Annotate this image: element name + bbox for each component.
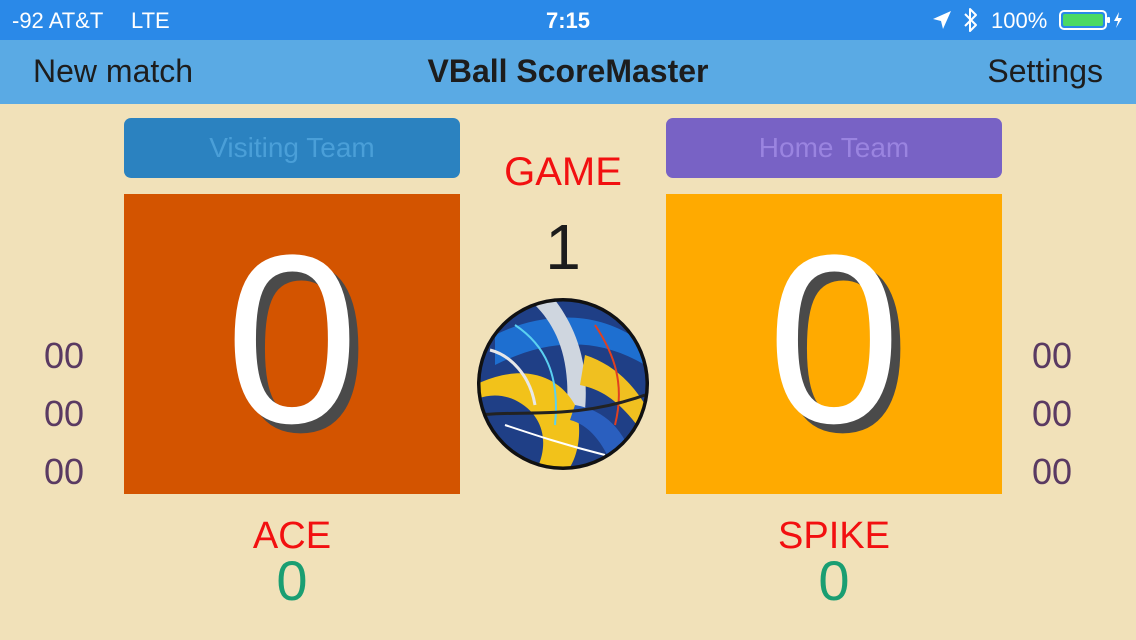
visiting-score-panel[interactable]: 0 bbox=[124, 194, 460, 494]
game-label: GAME bbox=[504, 150, 622, 194]
bluetooth-icon bbox=[964, 8, 977, 32]
game-number: 1 bbox=[545, 211, 581, 283]
nav-bar: New match VBall ScoreMaster Settings bbox=[0, 40, 1136, 104]
home-score: 0 bbox=[767, 205, 901, 473]
home-set-1-score: 00 bbox=[1032, 335, 1073, 376]
home-score-panel[interactable]: 0 bbox=[666, 194, 1002, 494]
home-team-button[interactable]: Home Team bbox=[666, 118, 1002, 178]
status-bar: -92 AT&T LTE 7:15 100% bbox=[0, 0, 1136, 40]
visiting-set-1-score: 00 bbox=[44, 335, 85, 376]
visiting-set-3-score: 00 bbox=[44, 451, 85, 492]
settings-button[interactable]: Settings bbox=[987, 53, 1103, 90]
home-set-2-score: 00 bbox=[1032, 393, 1073, 434]
visiting-set-2-score: 00 bbox=[44, 393, 85, 434]
spike-count: 0 bbox=[818, 549, 850, 612]
volleyball-icon bbox=[477, 298, 649, 470]
visiting-set-scores: 00 00 00 bbox=[44, 332, 114, 506]
visiting-score: 0 bbox=[225, 205, 359, 473]
home-set-3-score: 00 bbox=[1032, 451, 1073, 492]
home-set-scores: 00 00 00 bbox=[1032, 332, 1102, 506]
location-arrow-icon bbox=[933, 11, 951, 29]
battery-charging-icon bbox=[1059, 10, 1122, 30]
ace-count: 0 bbox=[276, 549, 308, 612]
battery-percentage: 100% bbox=[991, 8, 1048, 33]
visiting-team-button[interactable]: Visiting Team bbox=[124, 118, 460, 178]
app-title: VBall ScoreMaster bbox=[427, 53, 709, 89]
